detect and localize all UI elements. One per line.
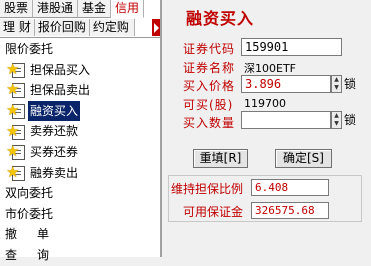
security-name-value: 深100ETF — [244, 62, 296, 75]
star-doc-icon: ★ — [6, 61, 25, 78]
star-doc-icon: ★ — [6, 82, 25, 99]
code-label: 证券代码 — [183, 42, 236, 56]
buy-quantity-input[interactable] — [241, 111, 331, 129]
star-doc-icon: ★ — [6, 164, 25, 181]
available-margin-label: 可用保证金 — [183, 205, 244, 219]
spin-down-icon[interactable]: ▼ — [332, 84, 341, 92]
tab-credit[interactable]: 信用 — [111, 0, 145, 18]
tab-scroll-right-icon[interactable] — [152, 19, 160, 36]
spin-up-icon[interactable]: ▲ — [332, 76, 341, 84]
form-title: 融资买入 — [186, 9, 255, 28]
menu-collateral-buy[interactable]: ★ 担保品买入 — [0, 60, 160, 81]
buyable-quantity-value: 119700 — [244, 97, 286, 110]
security-code-input[interactable]: 159901 — [241, 38, 342, 56]
tab-agreed-repo[interactable]: 约定购 — [89, 19, 135, 36]
menu-two-way-order[interactable]: 双向委托 — [0, 183, 160, 204]
price-label: 买入价格 — [183, 79, 236, 93]
spin-down-icon[interactable]: ▼ — [332, 120, 341, 128]
menu-short-sell[interactable]: ★ 融券卖出 — [0, 163, 160, 184]
menu-limit-order[interactable]: 限价委托 — [0, 39, 160, 60]
function-menu: 限价委托 ★ 担保品买入 ★ 担保品卖出 ★ 融资买入 ★ 卖券还款 ★ 买券还… — [0, 39, 160, 266]
available-margin-value: 326575.68 — [251, 202, 329, 219]
maintenance-ratio-value: 6.408 — [251, 179, 329, 196]
reset-button[interactable]: 重填[R] — [193, 149, 248, 168]
price-spinner[interactable]: ▲ ▼ — [331, 75, 342, 93]
menu-margin-buy[interactable]: ★ 融资买入 — [0, 100, 160, 122]
menu-collateral-sell[interactable]: ★ 担保品卖出 — [0, 80, 160, 101]
tab-hk-connect[interactable]: 港股通 — [33, 0, 79, 18]
buy-price-input[interactable]: 3.896 — [241, 75, 331, 93]
menu-sell-repay[interactable]: ★ 卖券还款 — [0, 121, 160, 142]
star-doc-icon: ★ — [6, 103, 25, 120]
maintenance-ratio-label: 维持担保比例 — [171, 182, 244, 196]
left-panel: 股票 港股通 基金 信用 理 财 报价回购 约定购 限价委托 ★ 担保品买入 ★… — [0, 0, 160, 262]
tab-quote-repo[interactable]: 报价回购 — [34, 19, 90, 36]
quantity-lock-button[interactable]: 锁 — [342, 111, 358, 129]
menu-query[interactable]: 查询 — [0, 245, 160, 266]
confirm-button[interactable]: 确定[S] — [275, 149, 332, 168]
top-tab-bar: 股票 港股通 基金 信用 — [0, 0, 160, 18]
price-lock-button[interactable]: 锁 — [342, 75, 358, 93]
spin-up-icon[interactable]: ▲ — [332, 112, 341, 120]
credit-stats-group: 维持担保比例 6.408 可用保证金 326575.68 — [168, 175, 362, 222]
menu-cancel-order[interactable]: 撤单 — [0, 224, 160, 245]
star-doc-icon: ★ — [6, 144, 25, 161]
sub-tab-bar: 理 财 报价回购 约定购 — [0, 19, 160, 38]
star-doc-icon: ★ — [6, 123, 25, 140]
menu-market-order[interactable]: 市价委托 — [0, 204, 160, 225]
quantity-spinner[interactable]: ▲ ▼ — [331, 111, 342, 129]
tab-fund[interactable]: 基金 — [78, 0, 112, 18]
name-label: 证券名称 — [183, 61, 236, 75]
menu-buy-return[interactable]: ★ 买券还券 — [0, 142, 160, 163]
quantity-label: 买入数量 — [183, 116, 236, 130]
tab-stock[interactable]: 股票 — [0, 0, 34, 18]
buyable-label: 可买(股) — [183, 98, 234, 112]
tab-wealth[interactable]: 理 财 — [0, 19, 35, 36]
order-form-panel: 融资买入 证券代码 159901 证券名称 深100ETF 买入价格 3.896… — [162, 0, 371, 257]
